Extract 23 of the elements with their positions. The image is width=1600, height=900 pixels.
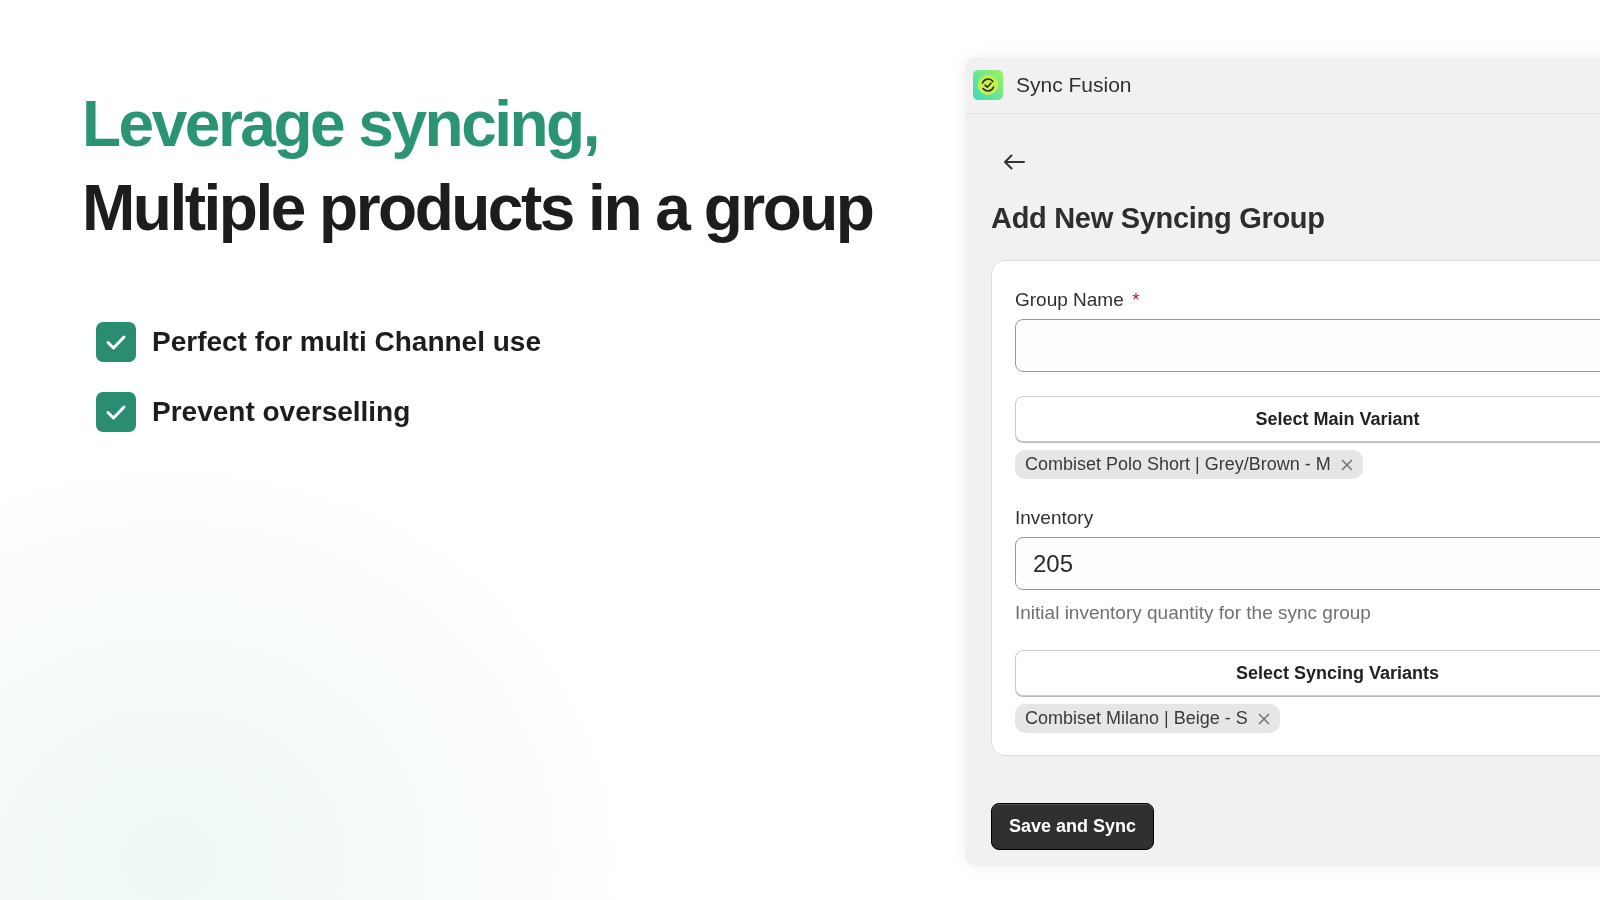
close-icon[interactable] xyxy=(1257,712,1270,725)
checkmark-icon xyxy=(96,392,136,432)
required-mark: * xyxy=(1132,289,1140,310)
tag-label: Combiset Milano | Beige - S xyxy=(1025,708,1248,729)
page-heading: Add New Syncing Group xyxy=(991,202,1326,235)
inventory-input[interactable]: 205 xyxy=(1015,537,1600,590)
field-label: Group Name xyxy=(1015,289,1124,311)
select-syncing-variants-button[interactable]: Select Syncing Variants xyxy=(1015,650,1600,696)
feature-text: Perfect for multi Channel use xyxy=(152,326,541,358)
app-logo-icon xyxy=(973,70,1003,100)
tag-label: Combiset Polo Short | Grey/Brown - M xyxy=(1025,454,1331,475)
group-name-input[interactable] xyxy=(1015,319,1600,372)
app-title: Sync Fusion xyxy=(1016,73,1132,97)
checkmark-icon xyxy=(96,322,136,362)
feature-text: Prevent overselling xyxy=(152,396,411,428)
field-hint: Initial inventory quantity for the sync group xyxy=(1015,602,1372,624)
close-icon[interactable] xyxy=(1340,458,1353,471)
select-main-variant-button[interactable]: Select Main Variant xyxy=(1015,396,1600,442)
back-arrow-icon xyxy=(1003,154,1025,170)
save-and-sync-button[interactable]: Save and Sync xyxy=(991,803,1155,850)
headline: Multiple products in a group xyxy=(82,171,873,246)
headline-accent: Leverage syncing, xyxy=(82,87,598,162)
field-label: Inventory xyxy=(1015,507,1094,529)
